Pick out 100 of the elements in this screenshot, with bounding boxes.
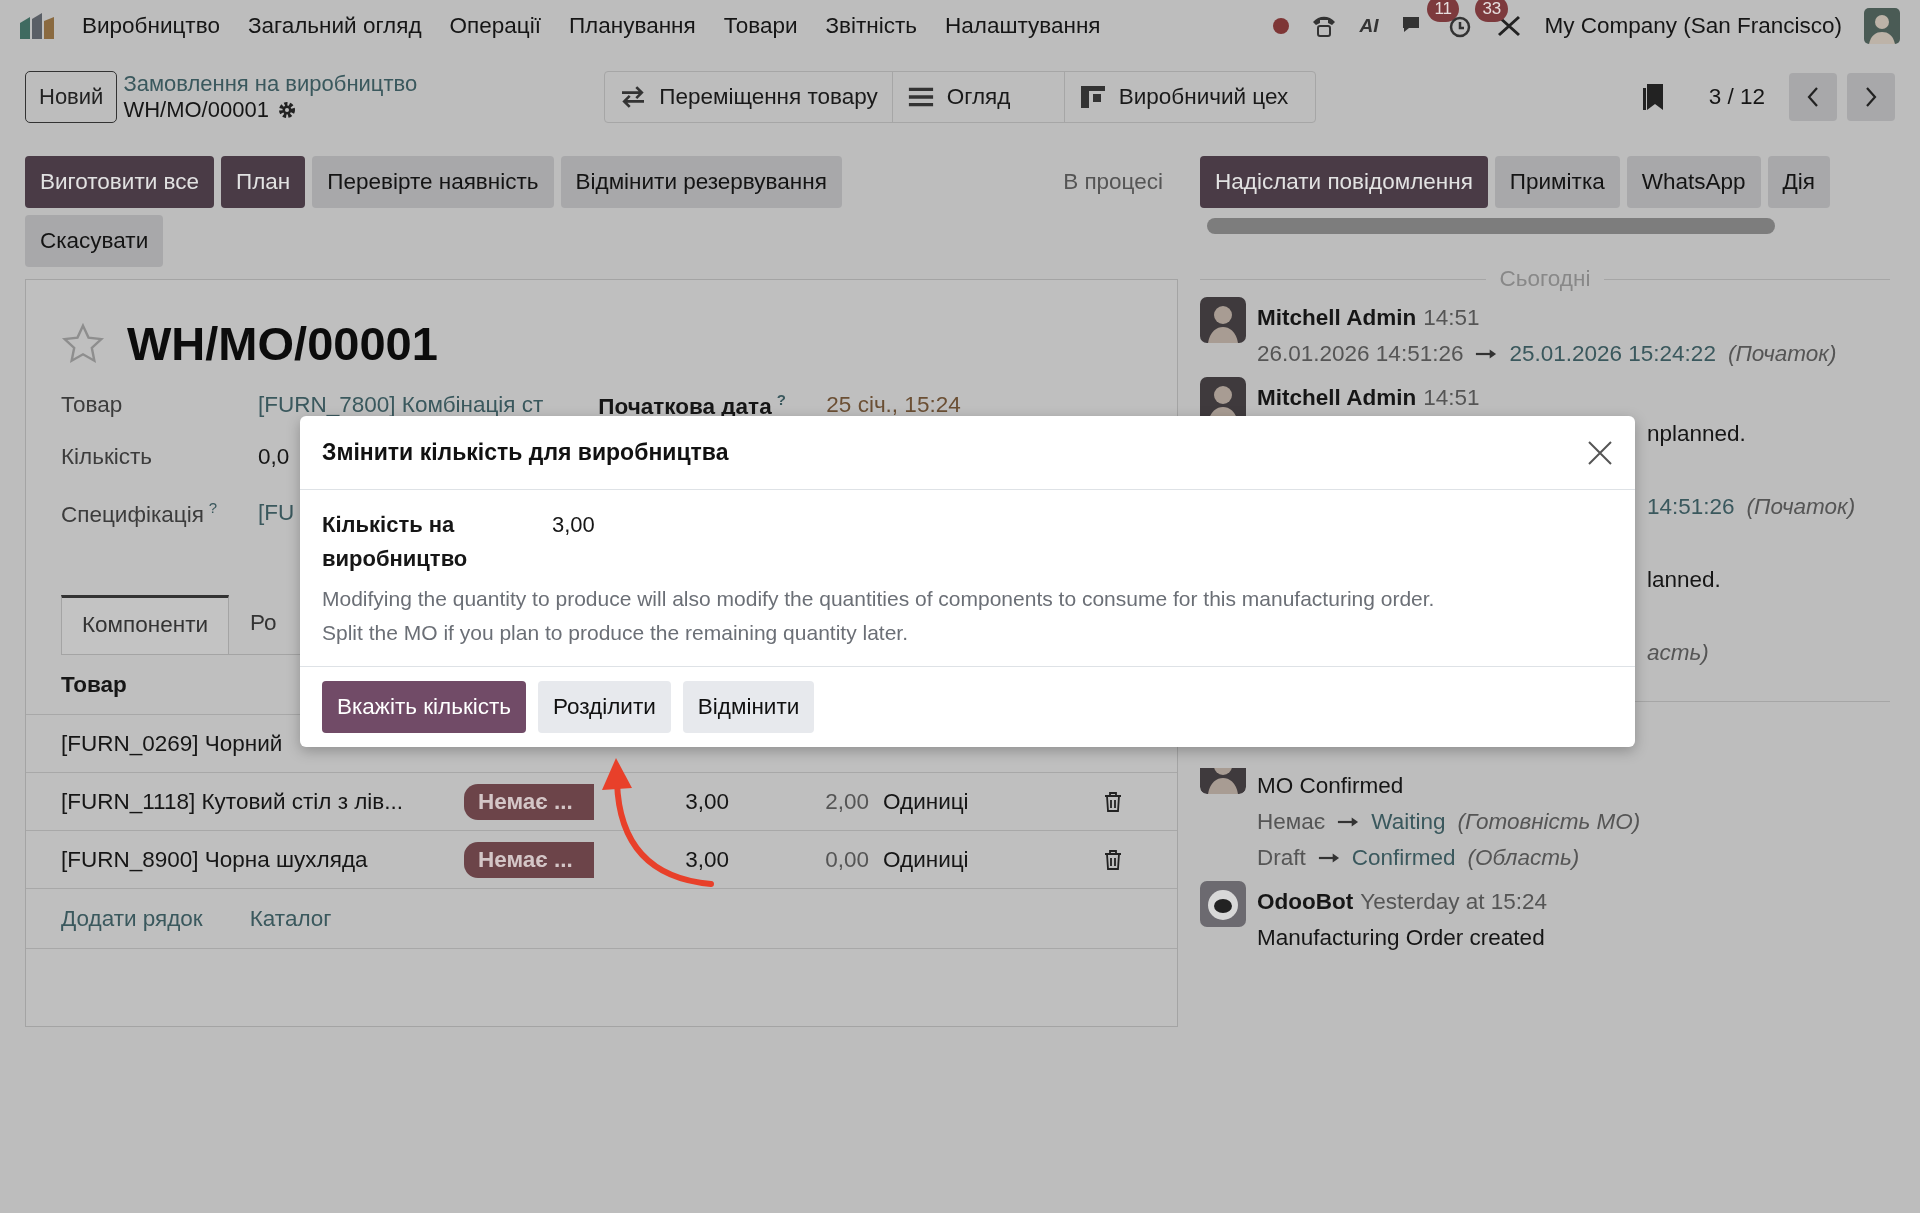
ai-label[interactable]: AI	[1359, 15, 1379, 37]
field-label: Кількість на виробництво	[322, 511, 469, 573]
product-cell: [FURN_1118] Кутовий стіл з лів...	[61, 788, 404, 814]
dialog-button[interactable]: Розділити	[538, 681, 671, 733]
action-button[interactable]: Виготовити все	[25, 156, 214, 208]
menu-item[interactable]: Звітність	[825, 13, 918, 39]
old-value: 26.01.2026 14:51:26	[1257, 341, 1464, 367]
breadcrumb-link[interactable]: Замовлення на виробництво	[123, 71, 418, 97]
record-name: WH/MO/00001	[123, 97, 269, 123]
chatter-button[interactable]: WhatsApp	[1626, 156, 1761, 208]
table-link[interactable]: Додати рядок	[61, 905, 203, 932]
product-cell: [FURN_0269] Чорний	[61, 730, 283, 756]
menu-item[interactable]: Товари	[723, 13, 798, 39]
author-name: Mitchell Admin	[1257, 385, 1417, 411]
field-link[interactable]: [FURN_7800] Комбінація ст	[258, 392, 544, 418]
company-name[interactable]: My Company (San Francisco)	[1544, 13, 1842, 39]
scrollbar[interactable]	[1207, 218, 1775, 234]
action-button[interactable]: План	[221, 156, 306, 208]
field-label: Кількість	[61, 444, 154, 470]
app-name[interactable]: Виробництво	[82, 13, 220, 39]
author-name: Mitchell Admin	[1257, 305, 1417, 331]
new-button[interactable]: Новий	[25, 71, 118, 123]
tab[interactable]: Ро	[229, 595, 278, 654]
trash-icon[interactable]	[1104, 791, 1122, 812]
consumed-cell-text: 0,00	[824, 846, 869, 873]
app-logo-icon[interactable]	[20, 13, 54, 39]
new-value: 14:51:26	[1647, 494, 1735, 520]
product-cell: [FURN_8900] Чорна шухляда	[61, 846, 368, 872]
chatter-button[interactable]: Надіслати повідомлення	[1200, 156, 1488, 208]
action-button[interactable]: Перевірте наявність	[312, 156, 554, 208]
unit-cell-text: Одиниці	[883, 788, 970, 815]
message-time: 14:51	[1423, 305, 1480, 331]
chevron-right-icon	[1864, 86, 1878, 108]
consumed-cell-text: 2,00	[824, 788, 869, 815]
message-text: Manufacturing Order created	[1257, 925, 1545, 951]
chatter-button[interactable]: Примітка	[1494, 156, 1620, 208]
message-text: nplanned.	[1647, 421, 1746, 447]
author-name: OdooBot	[1257, 889, 1354, 915]
table-link[interactable]: Каталог	[249, 905, 332, 932]
quantity-cell-text: 3,00	[684, 788, 729, 815]
help-text: Modifying the quantity to produce will also modify the quantities of components to consume for this manufacturing order.	[322, 586, 1436, 612]
activity-count-badge: 33	[1475, 0, 1509, 22]
field-value: 0,0	[258, 444, 290, 470]
arrow-icon	[1317, 852, 1340, 864]
message-time: Yesterday at 15:24	[1360, 889, 1548, 915]
bookmark-icon[interactable]	[1642, 84, 1663, 110]
message-text: lanned.	[1647, 567, 1721, 593]
field-name: (Початок)	[1727, 341, 1837, 367]
tools-icon[interactable]	[1496, 14, 1523, 38]
chevron-left-icon	[1806, 86, 1820, 108]
menu-item[interactable]: Налаштування	[945, 13, 1101, 39]
field-value: 3,00	[552, 511, 595, 539]
column-header: Товар	[61, 671, 127, 698]
new-value: 25.01.2026 15:24:22	[1509, 341, 1716, 367]
help-text: Split the MO if you plan to produce the remaining quantity later.	[322, 620, 909, 646]
availability-badge: Немає ...	[464, 783, 594, 820]
new-value: Confirmed	[1351, 845, 1456, 871]
dialog-title: Змінити кількість для виробництва	[322, 439, 729, 466]
field-name: (Область)	[1467, 845, 1580, 871]
field-name: (Готовність МО)	[1457, 809, 1641, 835]
trash-icon[interactable]	[1104, 849, 1122, 870]
arrow-icon	[1475, 348, 1498, 360]
workcenter-icon	[1078, 86, 1107, 108]
new-value: Waiting	[1371, 809, 1446, 835]
smart-button[interactable]: Переміщення товару	[605, 72, 893, 122]
old-value: Немає	[1257, 809, 1326, 835]
user-avatar-icon[interactable]	[1864, 8, 1900, 44]
field-name: (Початок)	[1746, 494, 1856, 520]
dialog-button[interactable]: Вкажіть кількість	[322, 681, 526, 733]
menu-item[interactable]: Планування	[568, 13, 696, 39]
record-title: WH/MO/00001	[127, 316, 438, 371]
close-icon[interactable]	[1587, 439, 1613, 466]
unit-cell-text: Одиниці	[883, 846, 970, 873]
chatter-button[interactable]: Дія	[1767, 156, 1830, 208]
quantity-cell-text: 3,00	[684, 846, 729, 873]
status-stage[interactable]: В процесі	[1048, 156, 1178, 208]
menu-item[interactable]: Операції	[449, 13, 541, 39]
star-icon[interactable]	[61, 321, 105, 366]
dialog-button[interactable]: Відмінити	[682, 681, 815, 733]
phone-icon[interactable]	[1311, 14, 1338, 38]
field-label: Товар	[61, 392, 124, 418]
field-name: асть)	[1647, 640, 1709, 666]
action-button[interactable]: Скасувати	[25, 215, 164, 267]
action-button[interactable]: Відмінити резервування	[560, 156, 842, 208]
settings-icon[interactable]	[276, 100, 297, 120]
old-value: Draft	[1257, 845, 1306, 871]
field-label: Специфікація $^{?}$	[61, 498, 219, 528]
next-button[interactable]	[1847, 73, 1895, 121]
field-link[interactable]: [FU	[258, 500, 295, 526]
previous-button[interactable]	[1789, 73, 1837, 121]
recording-dot-icon[interactable]	[1273, 18, 1290, 34]
message-time: 14:51	[1423, 385, 1480, 411]
smart-button[interactable]: Огляд	[892, 72, 1065, 122]
smart-button[interactable]: Виробничий цех	[1064, 72, 1315, 122]
arrow-icon	[1337, 816, 1360, 828]
message-count-badge: 11	[1427, 0, 1460, 22]
menu-item[interactable]: Загальний огляд	[247, 13, 422, 39]
tab[interactable]: Компоненти	[61, 595, 230, 654]
list-icon	[906, 86, 935, 108]
pager-counter: 3 / 12	[1708, 84, 1765, 110]
